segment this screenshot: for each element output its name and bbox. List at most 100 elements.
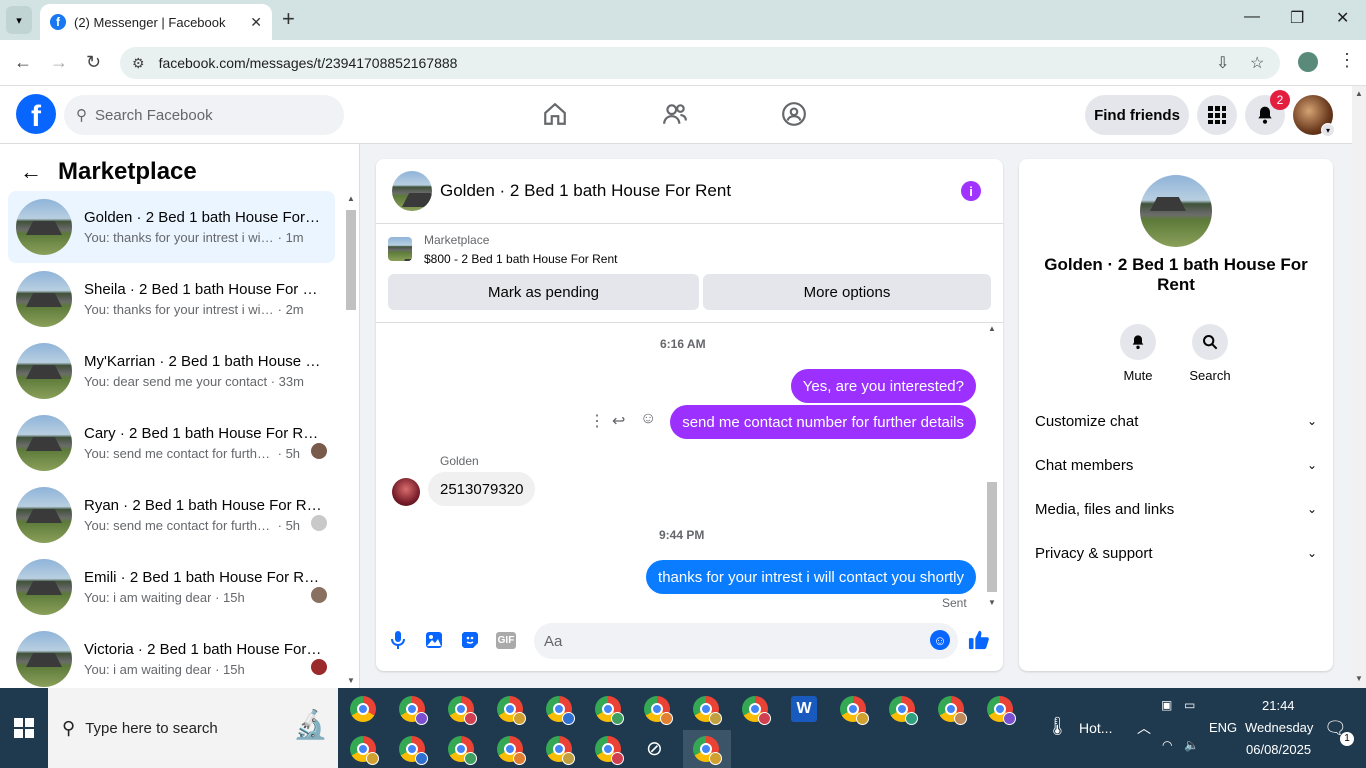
chrome-app-icon[interactable] (497, 736, 526, 765)
page-scrollbar[interactable]: ▲ ▼ (1352, 86, 1366, 688)
facebook-search-input[interactable] (95, 106, 315, 124)
reload-icon[interactable]: ↻ (86, 52, 101, 73)
conversation-item[interactable]: Sheila · 2 Bed 1 bath House For Rent You… (8, 263, 335, 335)
conversation-item[interactable]: Emili · 2 Bed 1 bath House For Rent You:… (8, 551, 335, 623)
search-in-chat-button[interactable]: Search (1180, 324, 1240, 383)
chrome-app-icon[interactable] (448, 736, 477, 765)
chrome-app-icon[interactable] (399, 696, 428, 725)
browser-menu-icon[interactable]: ⋮ (1338, 50, 1356, 71)
media-files-links-row[interactable]: Media, files and links ⌄ (1035, 487, 1317, 531)
home-icon[interactable] (541, 100, 569, 128)
chrome-app-icon[interactable] (693, 736, 722, 765)
incoming-message[interactable]: 2513079320 (428, 472, 536, 506)
conversation-item[interactable]: My'Karrian · 2 Bed 1 bath House For Rent… (8, 335, 335, 407)
chat-listing-avatar[interactable] (392, 171, 432, 211)
listing-banner[interactable]: Marketplace $800 - 2 Bed 1 bath House Fo… (388, 233, 617, 266)
chrome-app-icon[interactable] (546, 696, 575, 725)
chrome-app-icon[interactable] (350, 736, 379, 765)
scroll-up-icon[interactable]: ▲ (988, 324, 996, 333)
language-indicator[interactable]: ENG (1209, 720, 1237, 735)
site-info-icon[interactable]: ⚙ (132, 55, 145, 72)
battery-icon[interactable]: ▭ (1184, 698, 1195, 712)
new-tab-icon[interactable]: + (282, 8, 295, 30)
microphone-icon[interactable] (387, 629, 409, 651)
scrollbar-thumb[interactable] (987, 482, 997, 592)
close-tab-icon[interactable]: ✕ (250, 14, 262, 31)
wifi-icon[interactable]: ◠ (1162, 738, 1172, 752)
back-icon[interactable]: ← (14, 52, 32, 73)
tray-chevron-up-icon[interactable]: ︿ (1137, 718, 1151, 738)
scroll-down-icon[interactable]: ▼ (988, 598, 996, 607)
chrome-app-icon[interactable] (938, 696, 967, 725)
browser-profile-icon[interactable] (1298, 52, 1318, 72)
account-avatar[interactable]: ▾ (1293, 95, 1335, 137)
word-app-icon[interactable]: W (791, 696, 817, 722)
back-arrow-icon[interactable]: ← (20, 159, 42, 185)
chrome-app-icon[interactable] (840, 696, 869, 725)
volume-icon[interactable]: 🔈 (1184, 738, 1199, 752)
chrome-app-icon[interactable] (889, 696, 918, 725)
chrome-app-icon[interactable] (693, 696, 722, 725)
chrome-app-icon[interactable] (742, 696, 771, 725)
groups-icon[interactable] (780, 100, 808, 128)
chrome-app-icon[interactable] (350, 696, 376, 722)
conversation-item[interactable]: Ryan · 2 Bed 1 bath House For Rent You: … (8, 479, 335, 551)
scroll-down-icon[interactable]: ▼ (1355, 674, 1363, 683)
chat-members-row[interactable]: Chat members ⌄ (1035, 443, 1317, 487)
chrome-app-icon[interactable] (987, 696, 1016, 725)
scroll-up-icon[interactable]: ▲ (1355, 89, 1363, 98)
weather-text[interactable]: Hot... (1079, 720, 1112, 736)
mute-button[interactable]: Mute (1108, 324, 1168, 383)
sticker-icon[interactable] (459, 629, 481, 651)
facebook-logo-icon[interactable]: f (16, 94, 56, 134)
windows-start-icon[interactable] (0, 688, 48, 768)
facebook-search[interactable]: ⚲ (64, 95, 344, 135)
emoji-icon[interactable]: ☺ (930, 630, 950, 650)
reply-icon[interactable]: ↩ (612, 411, 625, 431)
gif-icon[interactable]: GIF (495, 629, 517, 651)
react-emoji-icon[interactable]: ☺ (640, 410, 656, 428)
weather-icon[interactable]: 🌡 (1046, 716, 1069, 737)
obs-app-icon[interactable]: ⊘ (646, 736, 663, 761)
details-listing-avatar[interactable] (1140, 175, 1212, 247)
info-icon[interactable]: i (961, 181, 981, 201)
chrome-app-icon[interactable] (497, 696, 526, 725)
chrome-app-icon[interactable] (595, 736, 624, 765)
chrome-app-icon[interactable] (644, 696, 673, 725)
thumbs-up-icon[interactable] (968, 629, 990, 651)
outgoing-message[interactable]: thanks for your intrest i will contact y… (646, 560, 976, 594)
forward-icon[interactable]: → (50, 52, 68, 73)
taskbar-search[interactable]: ⚲ Type here to search 🔬 (48, 688, 338, 768)
chat-scrollbar[interactable]: ▲ ▼ (985, 322, 999, 610)
conversation-list-scrollbar[interactable]: ▲ ▼ (344, 192, 358, 688)
outgoing-message[interactable]: Yes, are you interested? (790, 369, 976, 403)
close-window-icon[interactable]: ✕ (1336, 8, 1349, 28)
omnibox[interactable]: ⚙ facebook.com/messages/t/23941708852167… (120, 47, 1280, 79)
menu-grid-icon[interactable] (1197, 95, 1237, 135)
chrome-app-icon[interactable] (399, 736, 428, 765)
outgoing-message[interactable]: send me contact number for further detai… (670, 405, 976, 439)
minimize-icon[interactable]: — (1244, 8, 1260, 26)
conversation-item[interactable]: Cary · 2 Bed 1 bath House For Rent You: … (8, 407, 335, 479)
browser-tab[interactable]: f (2) Messenger | Facebook ✕ (40, 4, 272, 40)
scrollbar-thumb[interactable] (346, 210, 356, 310)
more-actions-icon[interactable]: ⋮ (589, 411, 605, 431)
clock-date[interactable]: 06/08/2025 (1246, 742, 1311, 757)
scroll-up-icon[interactable]: ▲ (347, 194, 355, 203)
find-friends-button[interactable]: Find friends (1085, 95, 1189, 135)
chrome-app-icon[interactable] (595, 696, 624, 725)
bookmark-star-icon[interactable]: ☆ (1250, 53, 1264, 73)
restore-icon[interactable]: ❐ (1290, 8, 1304, 28)
message-input-box[interactable]: ☺ (534, 623, 958, 659)
tab-search-menu-icon[interactable]: ▾ (6, 6, 32, 34)
privacy-support-row[interactable]: Privacy & support ⌄ (1035, 531, 1317, 575)
meet-icon[interactable]: ▣ (1161, 698, 1172, 712)
conversation-item[interactable]: Victoria · 2 Bed 1 bath House For Rent Y… (8, 623, 335, 688)
clock-time[interactable]: 21:44 (1262, 698, 1295, 713)
chrome-app-icon[interactable] (546, 736, 575, 765)
sender-avatar[interactable] (392, 478, 420, 506)
scroll-down-icon[interactable]: ▼ (347, 676, 355, 685)
clock-day[interactable]: Wednesday (1245, 720, 1313, 735)
customize-chat-row[interactable]: Customize chat ⌄ (1035, 399, 1317, 443)
message-input[interactable] (544, 632, 914, 650)
